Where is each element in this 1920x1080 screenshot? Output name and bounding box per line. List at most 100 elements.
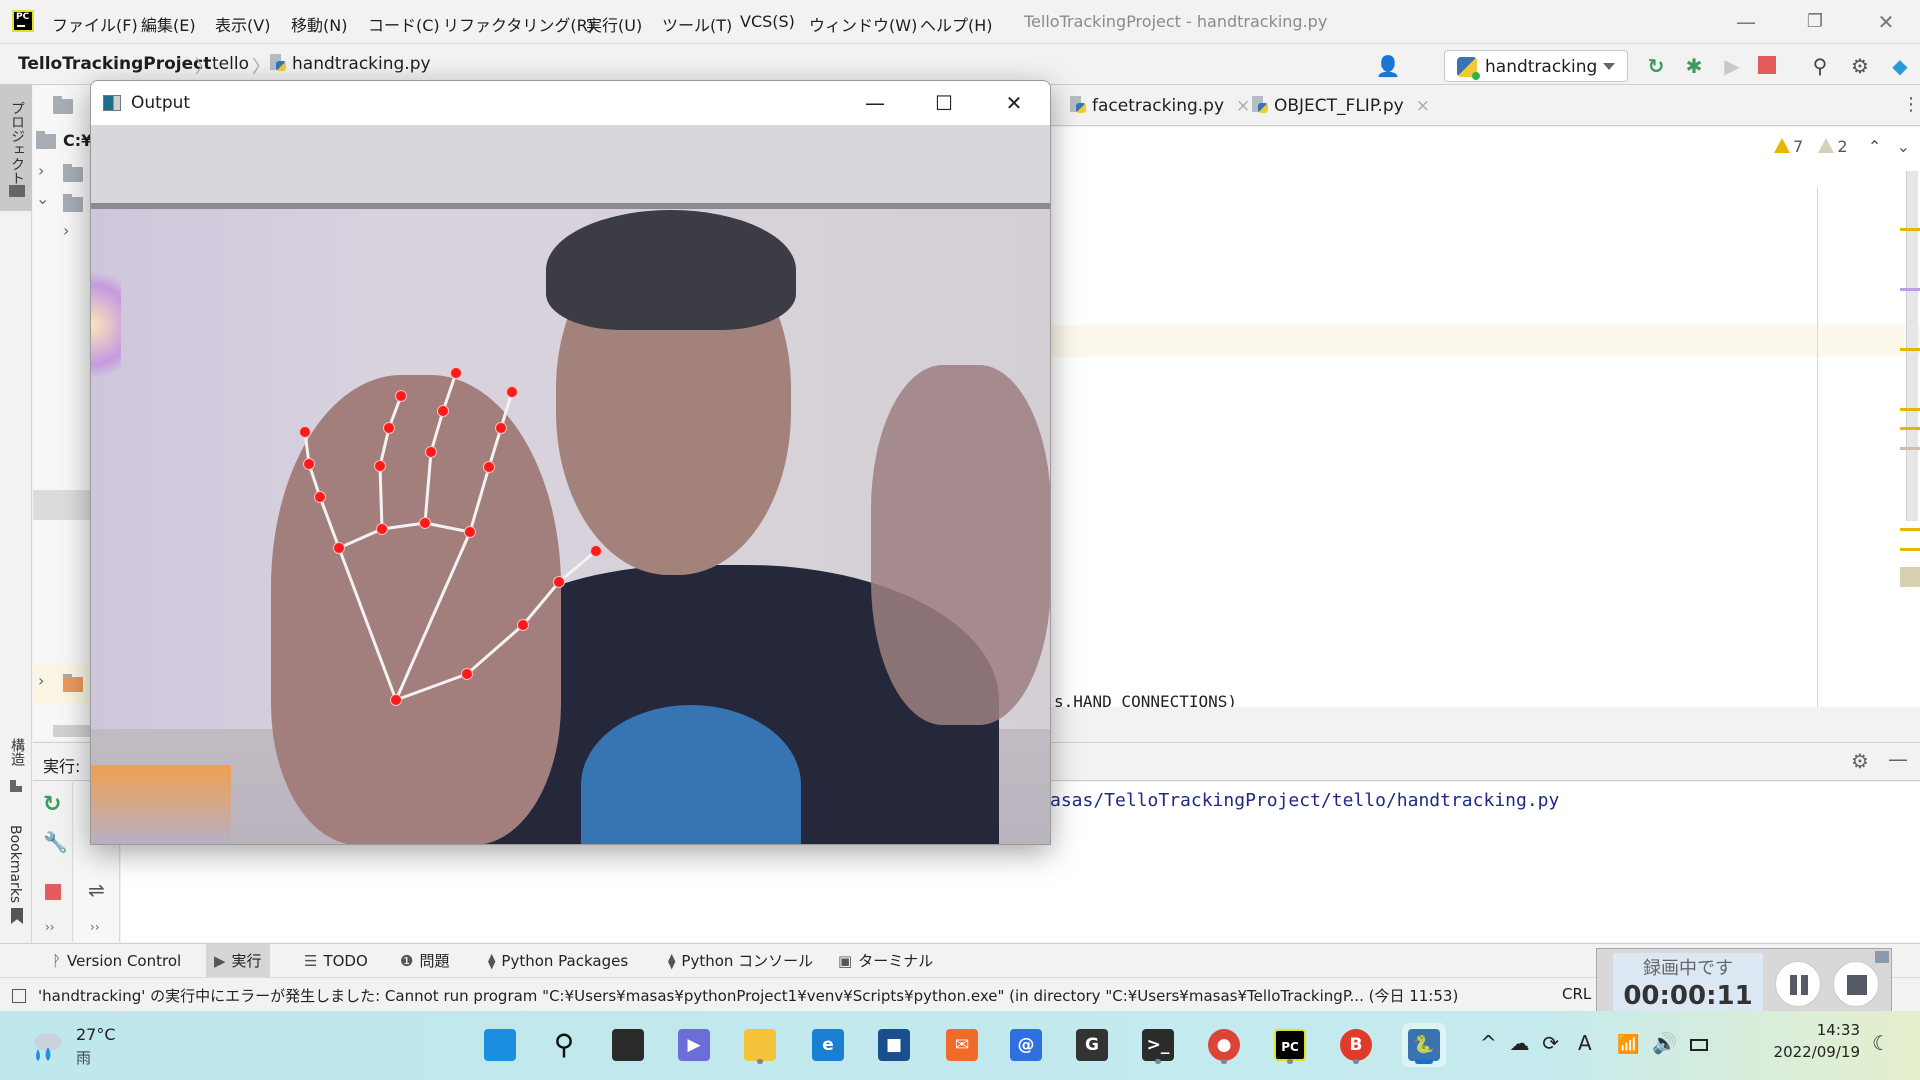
code-editor[interactable]: 7 2 ⌃ ⌄ s.HAND_CONNECTIONS) xyxy=(1050,127,1920,707)
error-stripe-mark[interactable] xyxy=(1900,567,1920,587)
tab-object-flip[interactable]: OBJECT_FLIP.py × xyxy=(1252,96,1430,116)
taskbar-app-store[interactable]: ■ xyxy=(872,1023,916,1067)
taskbar-app-terminal[interactable]: >_ xyxy=(1136,1023,1180,1067)
minimize-widget-button[interactable] xyxy=(1875,951,1889,963)
menu-window[interactable]: ウィンドウ(W) xyxy=(809,12,917,36)
error-stripe-mark[interactable] xyxy=(1900,408,1920,411)
previous-highlight-icon[interactable]: ⌃ xyxy=(1868,137,1881,156)
output-close-button[interactable]: ✕ xyxy=(991,87,1037,119)
horizontal-scrollbar[interactable] xyxy=(53,725,93,737)
toggle-tool-windows-icon[interactable] xyxy=(12,989,26,1003)
highlighted-row[interactable]: › xyxy=(33,663,93,703)
project-root-label[interactable]: C:¥ xyxy=(63,131,92,150)
menu-refactor[interactable]: リファクタリング(R) xyxy=(443,12,594,36)
close-tab-icon[interactable]: × xyxy=(1236,96,1250,116)
sync-icon[interactable]: ⟳ xyxy=(1542,1031,1559,1055)
rerun-icon[interactable]: ↻ xyxy=(43,792,61,817)
focus-assist-icon[interactable]: ☾ xyxy=(1872,1031,1890,1055)
stop-icon[interactable] xyxy=(1758,56,1776,74)
output-window[interactable]: Output — ☐ ✕ xyxy=(90,80,1051,845)
clock[interactable]: 14:33 2022/09/19 xyxy=(1760,1019,1860,1063)
taskbar-app-start[interactable] xyxy=(478,1023,522,1067)
error-stripe-mark[interactable] xyxy=(1900,447,1920,450)
user-icon[interactable]: 👤▾ xyxy=(1374,52,1402,106)
code-with-me-icon[interactable]: ◆ xyxy=(1886,52,1914,80)
chevron-right-icon[interactable]: › xyxy=(38,161,44,180)
stop-icon[interactable] xyxy=(45,884,61,900)
more-actions-icon[interactable]: ›› xyxy=(90,920,100,934)
taskbar-app-bandicam[interactable]: B xyxy=(1334,1023,1378,1067)
error-stripe-mark[interactable] xyxy=(1900,548,1920,551)
run-config-selector[interactable]: handtracking xyxy=(1444,50,1628,82)
output-maximize-button[interactable]: ☐ xyxy=(921,87,967,119)
chevron-right-icon[interactable]: › xyxy=(38,671,44,690)
search-icon[interactable]: ⚲ xyxy=(1806,52,1834,80)
taskbar-app-at-menu[interactable]: @ xyxy=(1004,1023,1048,1067)
tool-tab-todo[interactable]: ☰ TODO xyxy=(296,944,376,978)
menu-tools[interactable]: ツール(T) xyxy=(662,12,732,36)
close-tab-icon[interactable]: × xyxy=(1416,96,1430,116)
inspection-widget[interactable]: 7 2 ⌃ ⌄ xyxy=(1773,137,1910,156)
menu-view[interactable]: 表示(V) xyxy=(215,12,270,36)
onedrive-icon[interactable]: ☁ xyxy=(1509,1031,1529,1055)
project-tool-tab[interactable]: プロジェクト xyxy=(0,85,32,211)
error-stripe-mark[interactable] xyxy=(1900,348,1920,351)
chevron-right-icon[interactable]: › xyxy=(63,221,69,240)
error-stripe-mark[interactable] xyxy=(1900,427,1920,430)
line-separator-indicator[interactable]: CRL xyxy=(1562,985,1591,1003)
coverage-icon[interactable]: ▶ xyxy=(1718,52,1746,80)
error-stripe-mark[interactable] xyxy=(1900,288,1920,291)
pause-recording-button[interactable] xyxy=(1775,961,1821,1007)
status-message[interactable]: 'handtracking' の実行中にエラーが発生しました: Cannot r… xyxy=(12,985,1458,1006)
menu-code[interactable]: コード(C) xyxy=(368,12,440,36)
menu-run[interactable]: 実行(U) xyxy=(586,12,642,36)
show-hidden-icons-icon[interactable]: ^ xyxy=(1480,1031,1497,1055)
output-window-titlebar[interactable]: Output — ☐ ✕ xyxy=(91,81,1050,125)
tab-facetracking[interactable]: facetracking.py × xyxy=(1070,96,1250,116)
tool-tab-terminal[interactable]: ▣ ターミナル xyxy=(830,944,941,978)
stop-recording-button[interactable] xyxy=(1833,961,1879,1007)
soft-wrap-icon[interactable]: ⇌ xyxy=(88,878,105,902)
breadcrumb-project[interactable]: TelloTrackingProject xyxy=(18,54,211,74)
volume-icon[interactable]: 🔊 xyxy=(1652,1031,1677,1055)
battery-icon[interactable] xyxy=(1689,1039,1708,1051)
close-button[interactable]: ✕ xyxy=(1866,8,1906,36)
structure-tab[interactable]: 構造 xyxy=(7,738,27,766)
taskbar-app-pycharm[interactable]: PC xyxy=(1268,1023,1312,1067)
more-actions-icon[interactable]: ›› xyxy=(45,920,55,934)
taskbar-app-edge[interactable]: e xyxy=(806,1023,850,1067)
tool-tab-run[interactable]: ▶ 実行 xyxy=(206,944,270,978)
menu-file[interactable]: ファイル(F) xyxy=(52,12,138,36)
menu-edit[interactable]: 編集(E) xyxy=(141,12,196,36)
taskbar-app-python[interactable]: 🐍 xyxy=(1402,1023,1446,1067)
tool-tab-python-packages[interactable]: ⧫ Python Packages xyxy=(480,944,636,978)
more-tabs-icon[interactable]: ⋮ xyxy=(1902,94,1920,115)
hide-panel-icon[interactable]: — xyxy=(1888,747,1908,771)
settings-icon[interactable]: ⚙ xyxy=(1846,52,1874,80)
tool-tab-python-console[interactable]: ⧫ Python コンソール xyxy=(660,944,821,978)
restore-button[interactable]: ❐ xyxy=(1795,8,1835,36)
breadcrumb-file[interactable]: handtracking.py xyxy=(270,54,431,74)
rerun-icon[interactable]: ↻ xyxy=(1642,52,1670,80)
taskbar-app-mail-app[interactable]: ✉ xyxy=(940,1023,984,1067)
tool-tab-problems[interactable]: ❶ 問題 xyxy=(392,944,457,978)
taskbar-app-file-explorer[interactable] xyxy=(738,1023,782,1067)
bookmarks-tab[interactable]: Bookmarks xyxy=(7,825,23,903)
editor-scrollbar[interactable] xyxy=(1906,171,1918,521)
settings-icon[interactable]: ⚙ xyxy=(1851,749,1869,773)
ime-icon[interactable]: A xyxy=(1578,1031,1592,1055)
selected-row[interactable] xyxy=(33,490,93,520)
menu-navigate[interactable]: 移動(N) xyxy=(291,12,347,36)
taskbar-app-teams[interactable]: ▶ xyxy=(672,1023,716,1067)
error-stripe-mark[interactable] xyxy=(1900,228,1920,231)
minimize-button[interactable]: — xyxy=(1726,8,1766,36)
tool-tab-version-control[interactable]: ᚹ Version Control xyxy=(44,944,189,978)
output-minimize-button[interactable]: — xyxy=(852,87,898,119)
error-stripe-mark[interactable] xyxy=(1900,528,1920,531)
wrench-icon[interactable]: 🔧 xyxy=(43,830,68,854)
next-highlight-icon[interactable]: ⌄ xyxy=(1897,137,1910,156)
menu-vcs[interactable]: VCS(S) xyxy=(740,12,795,31)
breadcrumb-folder[interactable]: tello xyxy=(212,54,249,74)
taskbar-app-task-view[interactable] xyxy=(606,1023,650,1067)
debug-icon[interactable]: ✱ xyxy=(1680,52,1708,80)
